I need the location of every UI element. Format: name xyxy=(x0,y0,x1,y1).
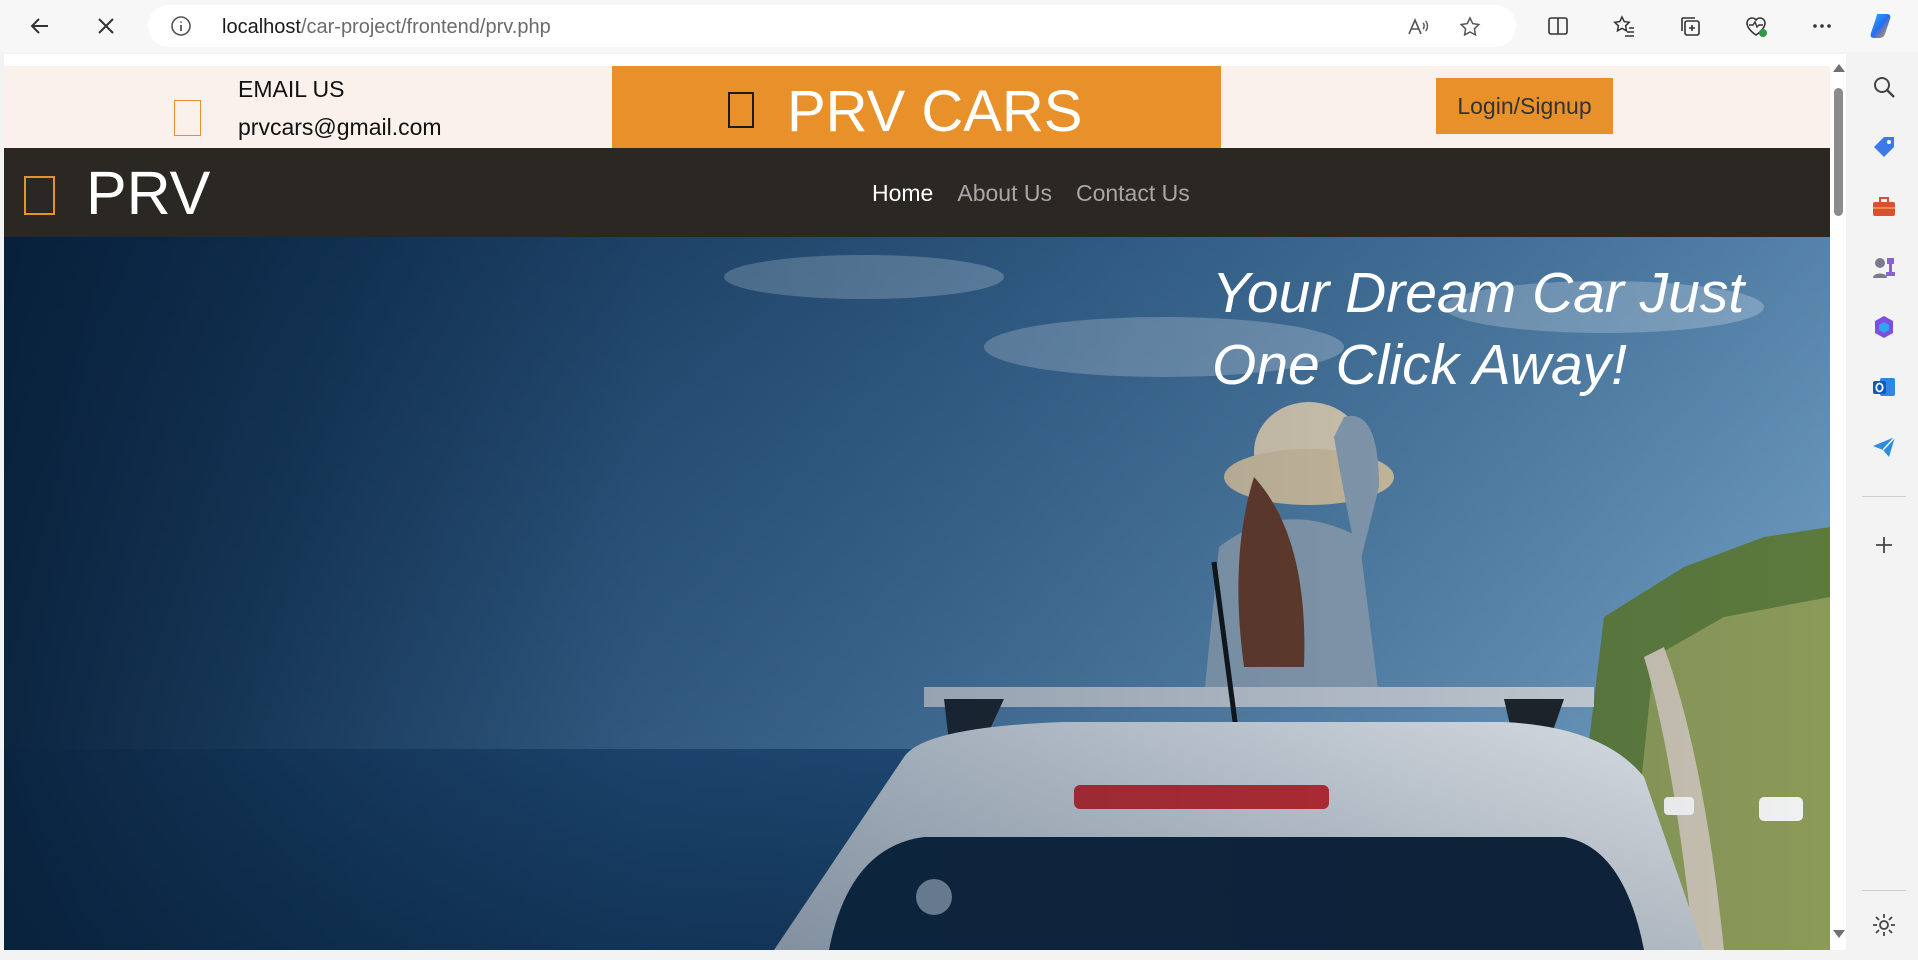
email-icon xyxy=(174,100,201,136)
close-icon xyxy=(98,18,114,34)
car-icon xyxy=(728,92,754,128)
browser-toolbar: localhost/car-project/frontend/prv.php xyxy=(0,0,1918,52)
page-viewport: EMAIL US prvcars@gmail.com PRV CARS Logi… xyxy=(4,54,1830,950)
split-screen-icon xyxy=(1548,17,1568,35)
nav-links: Home About Us Contact Us xyxy=(872,180,1190,207)
back-arrow-icon xyxy=(30,18,48,34)
back-button[interactable] xyxy=(22,8,58,44)
brand-title: PRV CARS xyxy=(787,79,1083,144)
games-icon[interactable] xyxy=(1871,254,1897,280)
send-icon[interactable] xyxy=(1871,434,1897,460)
copilot-button[interactable] xyxy=(1866,8,1902,44)
login-signup-button[interactable]: Login/Signup xyxy=(1436,78,1613,134)
read-aloud-icon[interactable] xyxy=(1406,15,1430,39)
scroll-down-arrow-icon[interactable] xyxy=(1833,930,1845,938)
email-address: prvcars@gmail.com xyxy=(238,114,442,140)
search-icon[interactable] xyxy=(1871,74,1897,100)
collections-button[interactable] xyxy=(1672,8,1708,44)
favorites-icon xyxy=(1613,15,1634,37)
heart-pulse-icon xyxy=(1746,17,1767,37)
copilot-icon xyxy=(1870,14,1891,38)
split-screen-button[interactable] xyxy=(1540,8,1576,44)
site-logo[interactable]: PRV xyxy=(86,158,210,228)
more-dots-icon xyxy=(1813,24,1831,28)
url-host: localhost xyxy=(222,16,301,38)
top-contact-bar: EMAIL US prvcars@gmail.com PRV CARS Logi… xyxy=(4,66,1830,156)
collections-icon xyxy=(1681,17,1700,36)
scrollbar-thumb[interactable] xyxy=(1834,88,1843,216)
add-icon[interactable] xyxy=(1871,532,1897,558)
nav-link-contact-us[interactable]: Contact Us xyxy=(1076,180,1190,207)
nav-link-about-us[interactable]: About Us xyxy=(957,180,1052,207)
sidebar-divider xyxy=(1862,890,1906,891)
settings-gear-icon[interactable] xyxy=(1871,912,1897,938)
favorites-button[interactable] xyxy=(1606,8,1642,44)
sidebar-divider xyxy=(1862,496,1906,497)
more-menu-button[interactable] xyxy=(1804,8,1840,44)
main-navbar: PRV Home About Us Contact Us xyxy=(4,148,1830,237)
site-info-icon[interactable] xyxy=(170,15,192,37)
url-path: /car-project/frontend/prv.php xyxy=(300,16,551,38)
microsoft-365-icon[interactable] xyxy=(1871,314,1897,340)
favorite-star-icon[interactable] xyxy=(1458,15,1482,39)
nav-link-home[interactable]: Home xyxy=(872,180,933,207)
browser-essentials-button[interactable] xyxy=(1738,8,1774,44)
toolbox-icon[interactable] xyxy=(1871,194,1897,220)
hero-banner: Your Dream Car Just One Click Away! xyxy=(4,237,1830,950)
url-text[interactable]: localhost/car-project/frontend/prv.php xyxy=(222,16,551,39)
outlook-icon[interactable] xyxy=(1871,374,1897,400)
brand-banner: PRV CARS xyxy=(612,66,1221,156)
stop-loading-button[interactable] xyxy=(88,8,124,44)
browser-sidebar xyxy=(1848,52,1918,960)
hero-headline: Your Dream Car Just One Click Away! xyxy=(1212,261,1745,397)
scroll-up-arrow-icon[interactable] xyxy=(1833,64,1845,72)
logo-icon xyxy=(24,176,55,215)
email-label: EMAIL US xyxy=(238,76,345,102)
page-scrollbar[interactable] xyxy=(1830,54,1846,950)
shopping-tag-icon[interactable] xyxy=(1871,134,1897,160)
address-bar[interactable]: localhost/car-project/frontend/prv.php xyxy=(148,5,1516,47)
